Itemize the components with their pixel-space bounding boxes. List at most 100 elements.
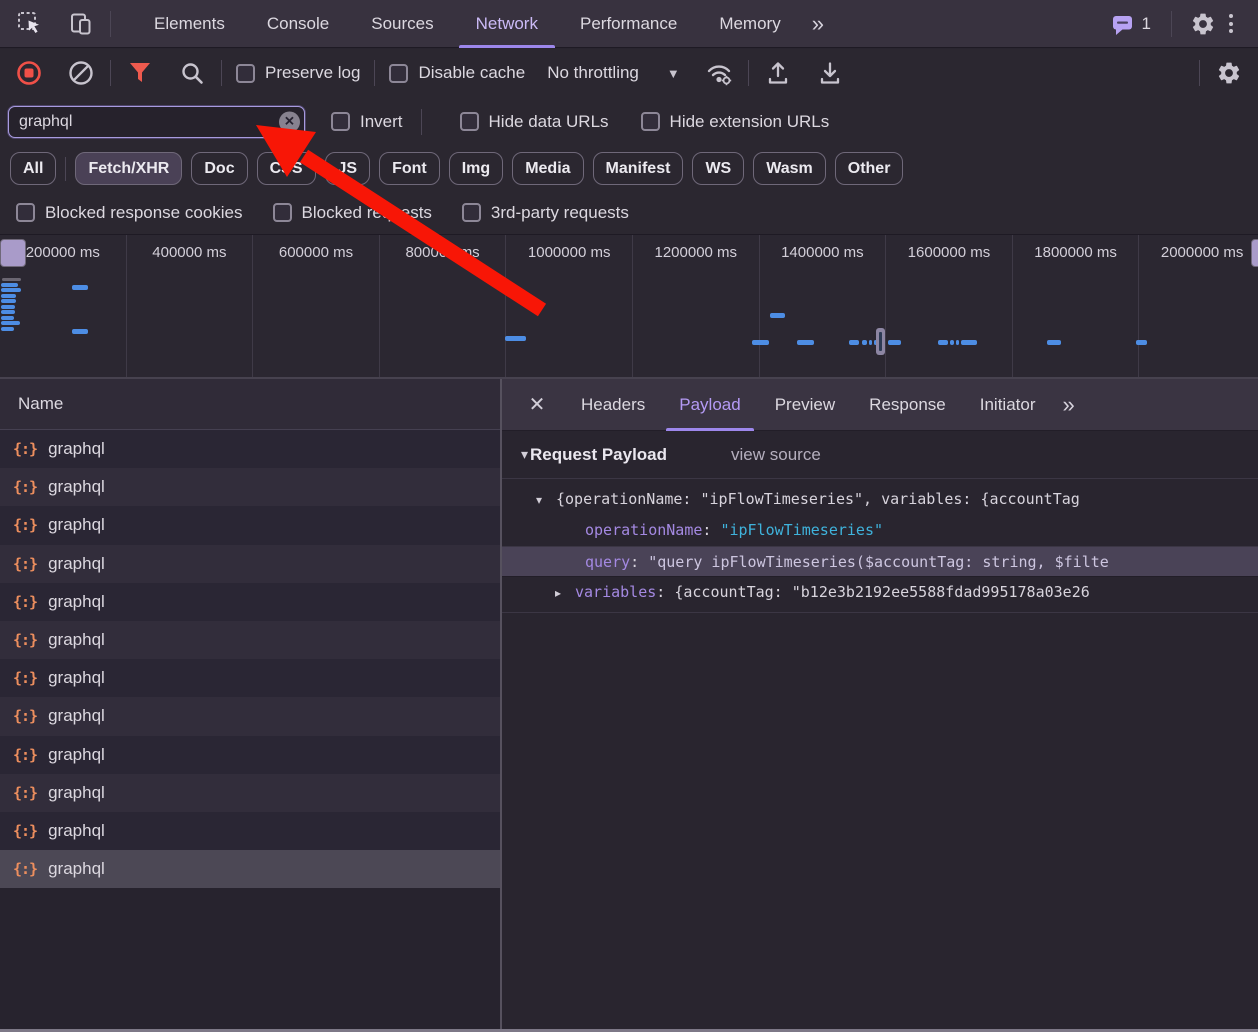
type-filter-pill[interactable]: WS [692,152,744,185]
filter-funnel-icon[interactable] [125,58,155,88]
kebab-menu-icon[interactable] [1218,14,1244,33]
payload-line[interactable]: operationName: "ipFlowTimeseries" [502,515,1258,546]
type-filter-pill[interactable]: Fetch/XHR [75,152,182,185]
divider [374,60,375,86]
hide-data-urls-checkbox[interactable]: Hide data URLs [460,112,609,132]
network-overview-timeline[interactable]: 200000 ms 400000 ms 600000 ms 800000 ms … [0,234,1258,379]
type-filter-pill[interactable]: Doc [191,152,247,185]
checkbox-box[interactable] [460,112,479,131]
divider [221,60,222,86]
timeline-column: 400000 ms [127,235,254,377]
json-braces-icon: {:} [13,555,37,573]
request-row[interactable]: {:} graphql [0,468,500,506]
clear-network-log-icon[interactable] [66,58,96,88]
divider [1199,60,1200,86]
name-column-header[interactable]: Name [0,379,500,430]
checkbox-box[interactable] [331,112,350,131]
detail-tab[interactable]: Preview [758,379,852,431]
devtools-tab[interactable]: Performance [559,0,698,48]
import-har-icon[interactable] [763,58,793,88]
timeline-column: 200000 ms [0,235,127,377]
request-detail-panel: ✕ Headers Payload Preview Response Initi… [502,379,1258,1029]
request-row[interactable]: {:} graphql [0,774,500,812]
divider [65,157,66,181]
panel-divider[interactable] [500,379,502,1029]
close-icon[interactable]: ✕ [520,388,554,422]
type-filter-pill[interactable]: CSS [257,152,316,185]
invert-checkbox[interactable]: Invert [331,112,403,132]
request-row[interactable]: {:} graphql [0,659,500,697]
throttling-value: No throttling [547,63,639,83]
divider [1171,11,1172,37]
issues-counter[interactable]: 1 [1110,12,1151,36]
devtools-tab[interactable]: Network [455,0,559,48]
json-braces-icon: {:} [13,746,37,764]
preserve-log-checkbox[interactable]: Preserve log [236,63,360,83]
devtools-tab[interactable]: Elements [133,0,246,48]
request-row[interactable]: {:} graphql [0,583,500,621]
payload-line[interactable]: ▾{operationName: "ipFlowTimeseries", var… [502,484,1258,515]
more-detail-tabs-icon[interactable]: » [1062,392,1072,418]
network-conditions-icon[interactable] [704,58,734,88]
type-filter-pill[interactable]: Font [379,152,440,185]
devtools-tab[interactable]: Sources [350,0,454,48]
checkbox-box[interactable] [273,203,292,222]
export-har-icon[interactable] [815,58,845,88]
type-filter-pill[interactable]: Manifest [593,152,684,185]
request-row[interactable]: {:} graphql [0,812,500,850]
payload-line[interactable]: query: "query ipFlowTimeseries($accountT… [502,546,1258,577]
filter-checkbox[interactable]: 3rd-party requests [462,203,629,223]
checkbox-box[interactable] [641,112,660,131]
filter-input[interactable] [8,106,305,138]
record-network-log-icon[interactable] [14,58,44,88]
request-row[interactable]: {:} graphql [0,506,500,544]
request-row[interactable]: {:} graphql [0,545,500,583]
collapse-triangle-icon[interactable]: ▾ [521,446,528,463]
type-filter-pill[interactable]: JS [325,152,371,185]
network-settings-gear-icon[interactable] [1214,58,1244,88]
device-toolbar-icon[interactable] [66,9,96,39]
json-braces-icon: {:} [13,707,37,725]
devtools-tab[interactable]: Console [246,0,350,48]
request-row[interactable]: {:} graphql [0,430,500,468]
filter-checkbox[interactable]: Blocked requests [273,203,432,223]
type-filter-pill[interactable]: Img [449,152,503,185]
checkbox-box[interactable] [236,64,255,83]
detail-tab[interactable]: Headers [564,379,662,431]
devtools-tab[interactable]: Memory [698,0,801,48]
checkbox-box[interactable] [462,203,481,222]
divider [421,109,422,135]
throttling-dropdown[interactable]: No throttling ▼ [547,63,680,83]
detail-tab[interactable]: Response [852,379,963,431]
timeline-column: 1400000 ms [760,235,887,377]
timeline-column: 2000000 ms [1139,235,1258,377]
hide-extension-urls-checkbox[interactable]: Hide extension URLs [641,112,830,132]
disable-cache-checkbox[interactable]: Disable cache [389,63,525,83]
detail-tab[interactable]: Payload [662,379,757,431]
search-icon[interactable] [177,58,207,88]
request-row[interactable]: {:} graphql [0,621,500,659]
type-filter-pill[interactable]: Media [512,152,583,185]
extra-filter-checkboxes: Blocked response cookies Blocked request… [0,191,1258,234]
request-row[interactable]: {:} graphql [0,697,500,735]
inspect-element-icon[interactable] [14,9,44,39]
payload-lines[interactable]: ▾{operationName: "ipFlowTimeseries", var… [502,479,1258,613]
settings-gear-icon[interactable] [1188,9,1218,39]
request-type-filters: All Fetch/XHR Doc CSS JS Font Img Media [0,146,1258,191]
detail-tab[interactable]: Initiator [963,379,1053,431]
timeline-column: 1000000 ms [506,235,633,377]
more-tabs-icon[interactable]: » [812,11,822,37]
request-row[interactable]: {:} graphql [0,850,500,888]
type-filter-all[interactable]: All [10,152,56,185]
type-filter-pill[interactable]: Wasm [753,152,826,185]
detail-tabbar: ✕ Headers Payload Preview Response Initi… [502,379,1258,431]
hide-data-urls-label: Hide data URLs [489,112,609,132]
clear-filter-icon[interactable]: ✕ [279,111,300,132]
checkbox-box[interactable] [389,64,408,83]
checkbox-box[interactable] [16,203,35,222]
payload-line[interactable]: ▸variables: {accountTag: "b12e3b2192ee55… [502,577,1258,608]
filter-checkbox[interactable]: Blocked response cookies [16,203,243,223]
view-source-link[interactable]: view source [731,445,821,465]
request-row[interactable]: {:} graphql [0,736,500,774]
type-filter-pill[interactable]: Other [835,152,904,185]
